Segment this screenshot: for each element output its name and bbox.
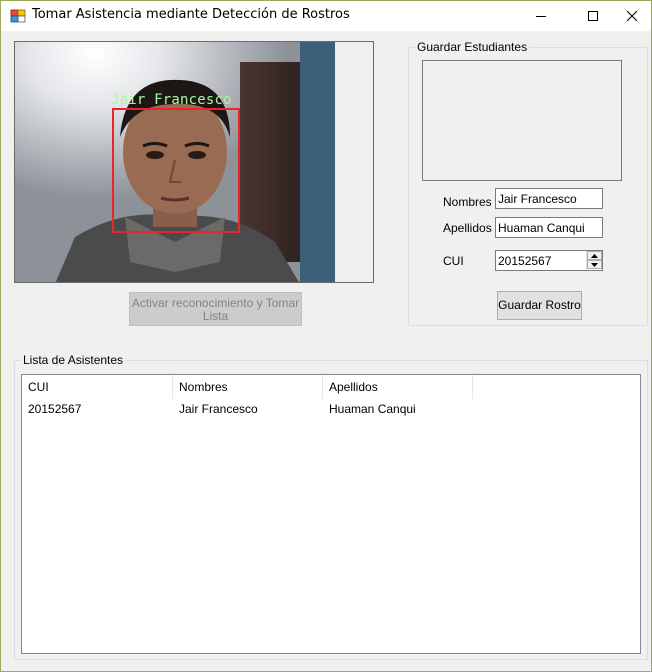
guardar-rostro-button[interactable]: Guardar Rostro [497, 291, 582, 320]
chevron-down-icon [591, 262, 598, 267]
cui-value: 20152567 [498, 254, 552, 268]
app-icon [10, 9, 26, 23]
cell-apellidos: Huaman Canqui [329, 402, 416, 416]
cui-stepper-buttons [586, 251, 602, 270]
column-header-cui[interactable]: CUI [22, 375, 173, 399]
cell-cui: 20152567 [28, 402, 82, 416]
cui-increment-button[interactable] [587, 251, 602, 260]
cui-label: CUI [443, 254, 464, 268]
nombres-field[interactable]: Jair Francesco [495, 188, 603, 209]
main-window: Tomar Asistencia mediante Detección de R… [0, 0, 652, 672]
activar-reconocimiento-button[interactable]: Activar reconocimiento y Tomar Lista [129, 292, 302, 326]
window-title: Tomar Asistencia mediante Detección de R… [32, 7, 350, 22]
list-item[interactable]: 20152567 Jair Francesco Huaman Canqui [22, 400, 640, 418]
chevron-up-icon [591, 253, 598, 258]
nombres-label: Nombres [443, 195, 492, 209]
lista-asistentes-legend: Lista de Asistentes [21, 353, 126, 367]
cui-decrement-button[interactable] [587, 260, 602, 269]
column-header-nombres[interactable]: Nombres [173, 375, 323, 399]
minimize-button[interactable] [519, 1, 563, 30]
asistentes-list[interactable]: CUI Nombres Apellidos 20152567 Jair Fran… [21, 374, 641, 654]
close-button[interactable] [610, 1, 652, 30]
list-header: CUI Nombres Apellidos [22, 375, 640, 399]
camera-view: Jair Francesco [14, 41, 374, 283]
face-name-label: Jair Francesco [111, 92, 232, 108]
minimize-icon [536, 15, 546, 17]
cell-nombres: Jair Francesco [179, 402, 258, 416]
column-header-apellidos[interactable]: Apellidos [323, 375, 473, 399]
face-detection-box [112, 108, 240, 233]
apellidos-field[interactable]: Huaman Canqui [495, 217, 603, 238]
apellidos-label: Apellidos [443, 221, 492, 235]
guardar-estudiantes-legend: Guardar Estudiantes [415, 40, 530, 54]
title-bar[interactable]: Tomar Asistencia mediante Detección de R… [1, 1, 651, 31]
maximize-icon [588, 10, 598, 21]
cui-stepper[interactable]: 20152567 [495, 250, 603, 271]
maximize-button[interactable] [571, 1, 615, 30]
close-icon [626, 10, 638, 21]
face-preview-box [422, 60, 622, 181]
